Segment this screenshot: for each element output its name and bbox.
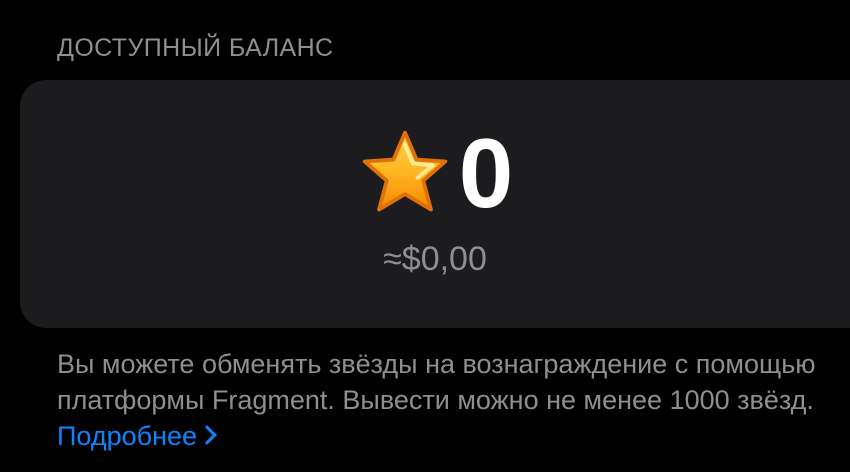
balance-card: 0 ≈$0,00 bbox=[20, 80, 850, 328]
stars-balance-screen: ДОСТУПНЫЙ БАЛАНС 0 ≈$0,00 Вы можете обме… bbox=[0, 0, 850, 472]
chevron-right-icon[interactable] bbox=[197, 425, 217, 445]
more-link-label[interactable]: Подробнее bbox=[57, 421, 197, 451]
footer-text: Вы можете обменять звёзды на вознагражде… bbox=[57, 349, 816, 415]
footer-description: Вы можете обменять звёзды на вознагражде… bbox=[57, 346, 827, 454]
balance-usd: ≈$0,00 bbox=[383, 240, 487, 278]
more-link[interactable]: Подробнее bbox=[57, 421, 217, 451]
star-icon bbox=[362, 130, 447, 212]
section-header: ДОСТУПНЫЙ БАЛАНС bbox=[57, 34, 334, 62]
balance-row: 0 bbox=[20, 124, 850, 222]
balance-value: 0 bbox=[458, 118, 514, 228]
